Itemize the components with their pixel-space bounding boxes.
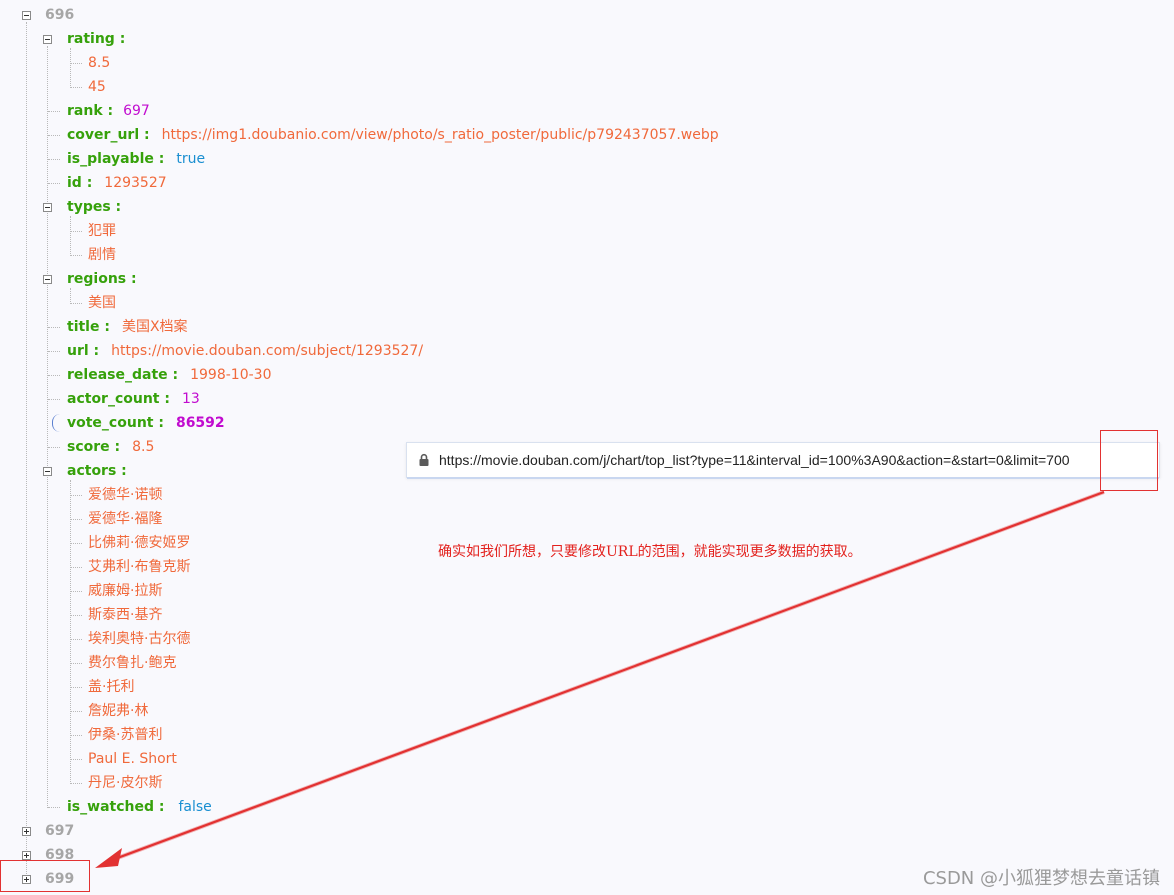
types-key: types : xyxy=(67,199,122,215)
actor-item: 费尔鲁扎·鲍克 xyxy=(88,655,177,671)
collapse-toggle[interactable] xyxy=(43,275,52,284)
regions-key: regions : xyxy=(67,271,137,287)
actor-item: 伊桑·苏普利 xyxy=(88,727,163,743)
types-item: 剧情 xyxy=(88,247,116,263)
score-value: 8.5 xyxy=(132,439,155,455)
title-value: 美国X档案 xyxy=(121,319,188,335)
release-date-key: release_date : xyxy=(67,367,179,383)
rating-key: rating : xyxy=(67,31,126,47)
annotation-note: 确实如我们所想，只要修改URL的范围，就能实现更多数据的获取。 xyxy=(438,544,862,560)
actor-item: 艾弗利·布鲁克斯 xyxy=(88,559,191,575)
collapse-toggle[interactable] xyxy=(43,467,52,476)
url-value[interactable]: https://movie.douban.com/subject/1293527… xyxy=(111,339,423,363)
actor-item: 丹尼·皮尔斯 xyxy=(88,775,163,791)
lock-icon xyxy=(419,453,429,466)
actor-item: 埃利奥特·古尔德 xyxy=(88,631,191,647)
actor-item: 威廉姆·拉斯 xyxy=(88,583,163,599)
node-index-697[interactable]: 697 xyxy=(45,819,74,843)
cover-url-key: cover_url : xyxy=(67,127,150,143)
actor-item: 爱德华·诺顿 xyxy=(88,487,163,503)
rank-key: rank : xyxy=(67,103,114,119)
tree-guide-line xyxy=(70,48,71,88)
actor-item: 盖·托利 xyxy=(88,679,135,695)
tree-guide-line xyxy=(70,480,71,784)
address-bar[interactable]: https://movie.douban.com/j/chart/top_lis… xyxy=(406,442,1160,479)
watermark: CSDN @小狐狸梦想去童话镇 xyxy=(922,868,1160,889)
address-url[interactable]: https://movie.douban.com/j/chart/top_lis… xyxy=(439,452,1070,468)
vote-count-key: vote_count : xyxy=(67,415,164,431)
highlight-box-limit xyxy=(1100,430,1158,491)
actor-item: Paul E. Short xyxy=(88,751,177,767)
cover-url-value[interactable]: https://img1.doubanio.com/view/photo/s_r… xyxy=(162,123,719,147)
id-value: 1293527 xyxy=(104,175,167,191)
tree-guide-line xyxy=(70,216,71,256)
collapse-toggle[interactable] xyxy=(22,11,31,20)
is-watched-key: is_watched : xyxy=(67,799,165,815)
actor-item: 詹妮弗·林 xyxy=(88,703,149,719)
rating-item: 45 xyxy=(88,79,106,95)
is-watched-value: false xyxy=(178,799,212,815)
actor-item: 爱德华·福隆 xyxy=(88,511,163,527)
rank-value: 697 xyxy=(123,103,150,119)
expand-toggle[interactable] xyxy=(22,827,31,836)
tree-guide-line xyxy=(26,22,27,874)
actor-item: 比佛莉·德安姬罗 xyxy=(88,535,191,551)
id-key: id : xyxy=(67,175,93,191)
url-key: url : xyxy=(67,343,100,359)
actor-item: 斯泰西·基齐 xyxy=(88,607,163,623)
is-playable-value: true xyxy=(176,151,206,167)
actors-key: actors : xyxy=(67,463,127,479)
tree-guide-line xyxy=(47,46,48,808)
vote-count-value: 86592 xyxy=(175,415,225,431)
node-index-696[interactable]: 696 xyxy=(45,3,74,27)
release-date-value: 1998-10-30 xyxy=(190,367,272,383)
collapse-toggle[interactable] xyxy=(43,203,52,212)
score-key: score : xyxy=(67,439,121,455)
is-playable-key: is_playable : xyxy=(67,151,165,167)
highlight-box-699 xyxy=(0,860,90,892)
collapse-toggle[interactable] xyxy=(43,35,52,44)
regions-item: 美国 xyxy=(88,295,116,311)
expand-toggle[interactable] xyxy=(22,851,31,860)
hover-bracket xyxy=(52,414,61,432)
title-key: title : xyxy=(67,319,110,335)
actor-count-key: actor_count : xyxy=(67,391,170,407)
rating-item: 8.5 xyxy=(88,55,111,71)
actor-count-value: 13 xyxy=(181,391,200,407)
types-item: 犯罪 xyxy=(88,223,116,239)
